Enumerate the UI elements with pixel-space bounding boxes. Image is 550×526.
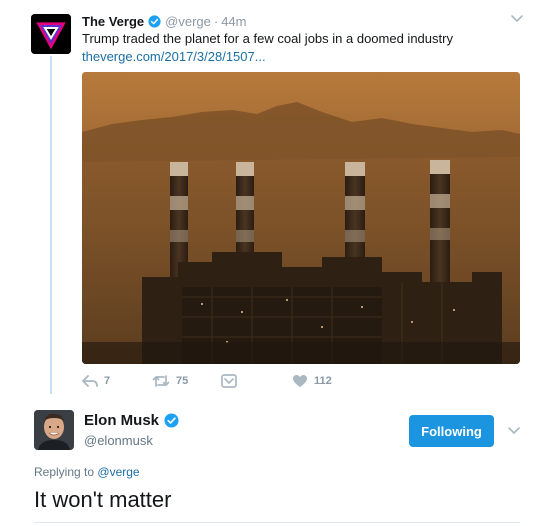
tweet-media-image[interactable] [82, 72, 520, 364]
parent-tweet-text: Trump traded the planet for a few coal j… [82, 31, 453, 46]
replying-to-handle-link[interactable]: @verge [97, 465, 139, 479]
verified-badge-icon [164, 413, 179, 428]
parent-tweet-link[interactable]: theverge.com/2017/3/28/1507... [82, 49, 266, 64]
retweet-count: 75 [176, 375, 189, 387]
profile-photo-image [34, 410, 74, 450]
heart-icon [293, 375, 307, 387]
direct-message-icon [221, 374, 237, 388]
verge-avatar[interactable] [31, 14, 71, 54]
like-action[interactable]: 112 [292, 374, 332, 388]
thread-connector-line [50, 56, 52, 394]
replying-to-line: Replying to @verge [34, 465, 140, 479]
reply-action[interactable]: 7 [82, 374, 110, 388]
verge-logo-icon [31, 14, 71, 54]
divider [34, 522, 520, 523]
elon-avatar[interactable] [34, 410, 74, 450]
tweet-action-bar: 7 75 112 [82, 374, 382, 392]
parent-tweet-header: The Verge @verge · 44m [82, 12, 247, 30]
chevron-down-icon[interactable] [510, 14, 524, 24]
like-count: 112 [314, 375, 332, 387]
replying-to-prefix: Replying to [34, 465, 95, 479]
following-button[interactable]: Following [409, 415, 494, 447]
parent-timestamp[interactable]: 44m [221, 14, 246, 29]
reply-count: 7 [104, 375, 111, 387]
meta-separator: · [213, 13, 219, 29]
reply-author-name-row: Elon Musk [84, 412, 179, 429]
reply-icon [82, 375, 98, 387]
parent-handle[interactable]: @verge [165, 14, 211, 29]
retweet-icon [152, 375, 170, 387]
verified-badge-icon [148, 14, 161, 28]
direct-message-action[interactable] [221, 374, 243, 388]
reply-display-name[interactable]: Elon Musk [84, 412, 159, 429]
parent-display-name[interactable]: The Verge [82, 14, 144, 29]
power-plant-smokestacks-photo [82, 72, 520, 364]
retweet-action[interactable]: 75 [152, 374, 188, 388]
reply-tweet-text: It won't matter [34, 487, 172, 512]
chevron-down-icon[interactable] [507, 426, 521, 436]
reply-handle[interactable]: @elonmusk [84, 433, 153, 448]
